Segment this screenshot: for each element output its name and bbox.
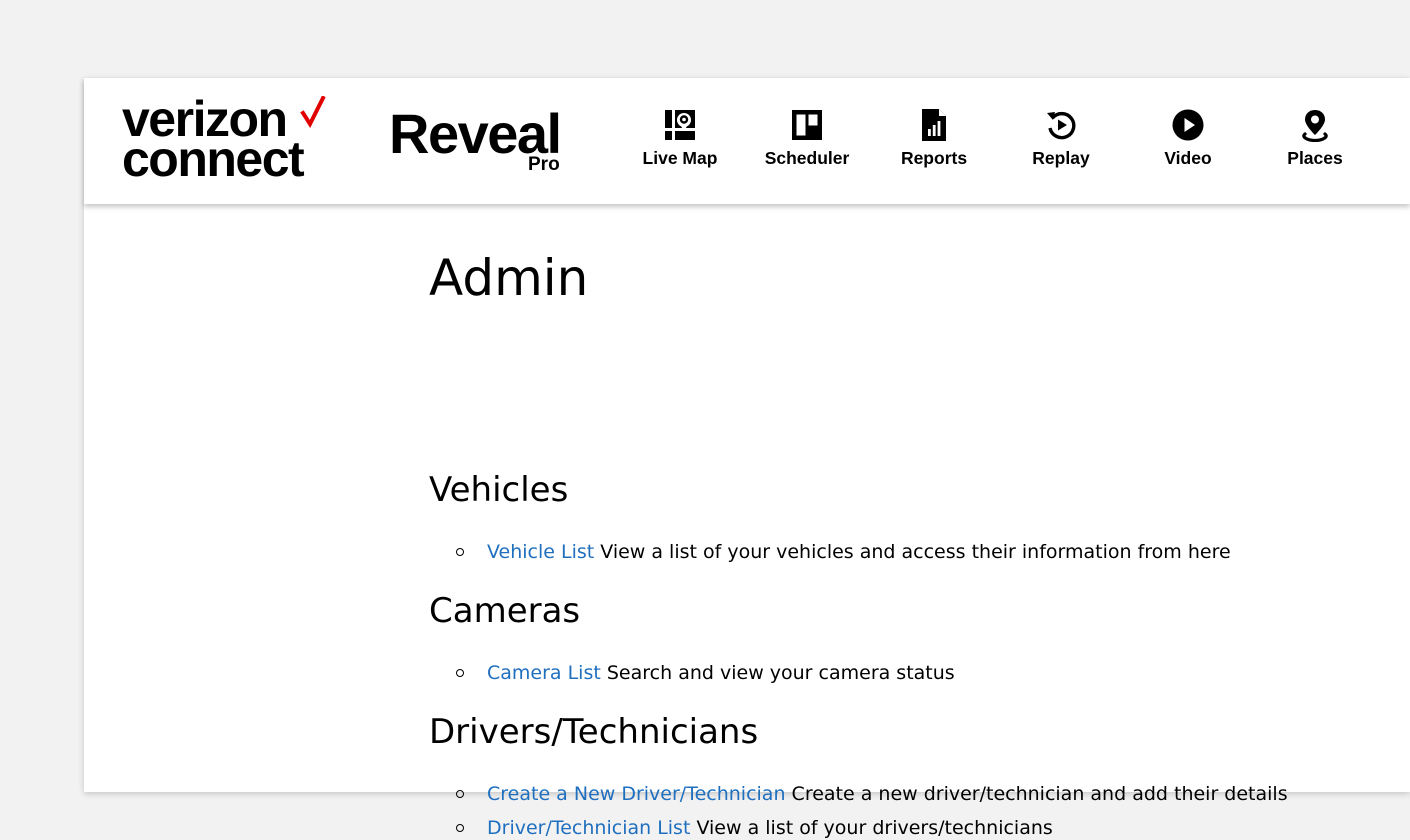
bullet-icon [456, 669, 464, 677]
checkmark-icon [300, 96, 326, 128]
section-title-cameras: Cameras [429, 591, 581, 631]
section-title-vehicles: Vehicles [429, 470, 569, 510]
nav-scheduler[interactable]: Scheduler [747, 108, 867, 178]
camera-list-link[interactable]: Camera List [487, 662, 601, 684]
item-description: Create a new driver/technician and add t… [791, 783, 1288, 805]
nav-video[interactable]: Video [1128, 108, 1248, 178]
nav-label: Replay [1032, 148, 1090, 168]
product-tier: Pro [528, 154, 560, 175]
reveal-pro-logo[interactable]: Reveal Pro [389, 100, 579, 184]
create-driver-technician-link[interactable]: Create a New Driver/Technician [487, 783, 786, 805]
scheduler-icon [792, 110, 822, 140]
bullet-icon [456, 548, 464, 556]
nav-label: Places [1287, 148, 1343, 168]
item-description: View a list of your drivers/technicians [696, 817, 1053, 839]
report-document-icon [922, 109, 946, 141]
top-navigation-bar: verizon connect Reveal Pro Live Map Sche… [84, 78, 1410, 204]
nav-label: Live Map [642, 148, 718, 168]
item-description: Search and view your camera status [606, 662, 955, 684]
nav-replay[interactable]: Replay [1001, 108, 1121, 178]
map-pin-icon [665, 110, 695, 140]
driver-technician-list-link[interactable]: Driver/Technician List [487, 817, 690, 839]
nav-reports[interactable]: Reports [874, 108, 994, 178]
nav-places[interactable]: Places [1255, 108, 1375, 178]
location-pin-icon [1302, 110, 1328, 142]
bullet-icon [456, 824, 464, 832]
play-icon [1172, 109, 1204, 141]
replay-icon [1047, 111, 1076, 140]
nav-label: Reports [900, 148, 968, 168]
page-title: Admin [429, 249, 589, 307]
verizon-connect-logo[interactable]: verizon connect [122, 94, 332, 184]
section-title-drivers-technicians: Drivers/Technicians [429, 712, 759, 752]
nav-label: Video [1164, 148, 1212, 168]
vehicle-list-link[interactable]: Vehicle List [487, 541, 594, 563]
bullet-icon [456, 790, 464, 798]
logo-line-connect: connect [122, 131, 305, 187]
nav-label: Scheduler [764, 148, 850, 168]
item-description: View a list of your vehicles and access … [600, 541, 1231, 563]
nav-live-map[interactable]: Live Map [620, 108, 740, 178]
app-window: verizon connect Reveal Pro Live Map Sche… [84, 78, 1410, 839]
